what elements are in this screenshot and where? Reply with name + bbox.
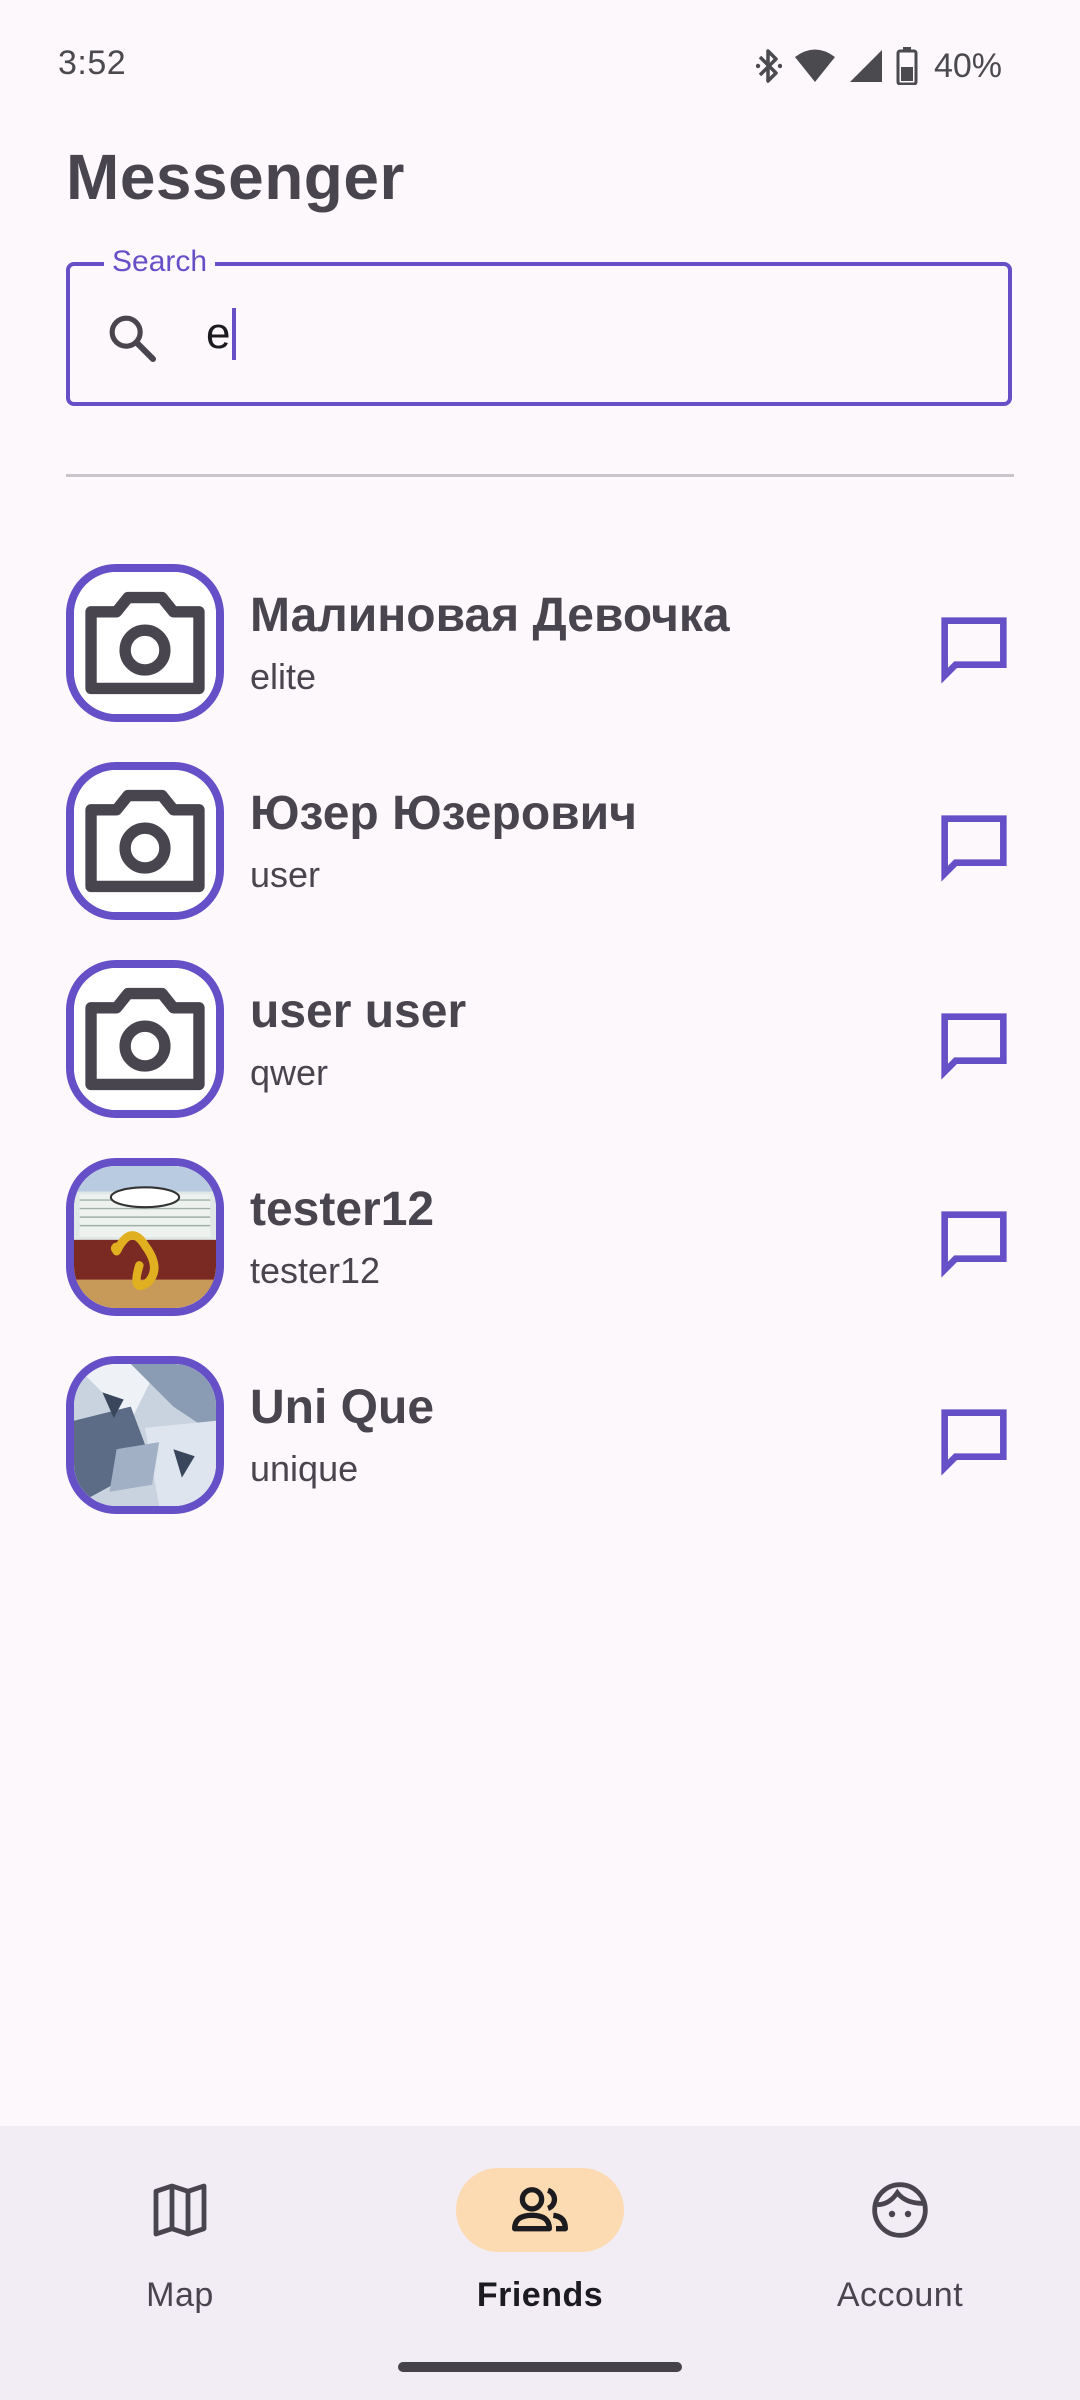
contact-row[interactable]: Малиновая Девочка elite	[0, 560, 1080, 736]
contact-username: tester12	[250, 1250, 381, 1291]
contact-username: user	[250, 854, 321, 895]
contact-name: user user	[250, 985, 467, 1038]
contact-username: qwer	[250, 1052, 329, 1093]
message-button[interactable]	[930, 804, 1018, 892]
avatar	[66, 564, 224, 722]
bluetooth-icon	[755, 49, 782, 83]
chat-bubble-icon	[941, 1013, 1007, 1080]
chat-bubble-icon	[941, 1409, 1007, 1476]
battery-percent: 40%	[933, 46, 1002, 85]
cellular-signal-icon	[849, 50, 882, 82]
nav-label: Account	[836, 2276, 964, 2314]
contact-row[interactable]: Юзер Юзерович user	[0, 758, 1080, 934]
avatar	[66, 960, 224, 1118]
nav-label: Friends	[476, 2276, 604, 2314]
search-input-value: e	[206, 309, 231, 358]
contact-row[interactable]: tester12 tester12	[0, 1154, 1080, 1330]
people-icon	[508, 2178, 572, 2242]
contact-name: Малиновая Девочка	[250, 589, 730, 642]
contact-username: unique	[250, 1448, 359, 1489]
avatar-photo-abstract	[74, 1364, 216, 1506]
bottom-navigation: Map Friends Account	[0, 2126, 1080, 2400]
nav-item-friends[interactable]: Friends	[360, 2126, 720, 2346]
chat-bubble-icon	[941, 617, 1007, 684]
avatar	[66, 762, 224, 920]
message-button[interactable]	[930, 1200, 1018, 1288]
map-icon	[148, 2178, 212, 2242]
home-indicator[interactable]	[398, 2362, 682, 2372]
battery-icon	[896, 47, 918, 85]
camera-placeholder-icon	[74, 770, 216, 912]
status-icons: 40%	[755, 44, 1002, 88]
contact-name: Uni Que	[250, 1381, 435, 1434]
chat-bubble-icon	[941, 815, 1007, 882]
chat-bubble-icon	[941, 1211, 1007, 1278]
wifi-icon	[794, 49, 835, 82]
page-title: Messenger	[66, 141, 405, 213]
search-field[interactable]: Search e	[66, 242, 1012, 406]
contact-name: Юзер Юзерович	[250, 787, 638, 840]
camera-placeholder-icon	[74, 572, 216, 714]
nav-item-account[interactable]: Account	[720, 2126, 1080, 2346]
message-button[interactable]	[930, 606, 1018, 694]
camera-placeholder-icon	[74, 968, 216, 1110]
text-cursor	[232, 308, 237, 360]
contact-row[interactable]: Uni Que unique	[0, 1352, 1080, 1528]
status-bar: 3:52 40%	[0, 0, 1080, 130]
avatar	[66, 1158, 224, 1316]
nav-label: Map	[146, 2276, 214, 2314]
contact-username: elite	[250, 656, 317, 697]
face-icon	[868, 2178, 932, 2242]
message-button[interactable]	[930, 1398, 1018, 1486]
avatar-photo-cartoon	[74, 1166, 216, 1308]
status-time: 3:52	[58, 44, 127, 82]
contact-name: tester12	[250, 1183, 435, 1236]
divider	[66, 474, 1014, 477]
nav-item-map[interactable]: Map	[0, 2126, 360, 2346]
contact-row[interactable]: user user qwer	[0, 956, 1080, 1132]
search-input[interactable]: e	[206, 304, 237, 364]
avatar	[66, 1356, 224, 1514]
search-label: Search	[104, 242, 216, 282]
search-icon	[109, 315, 157, 363]
message-button[interactable]	[930, 1002, 1018, 1090]
